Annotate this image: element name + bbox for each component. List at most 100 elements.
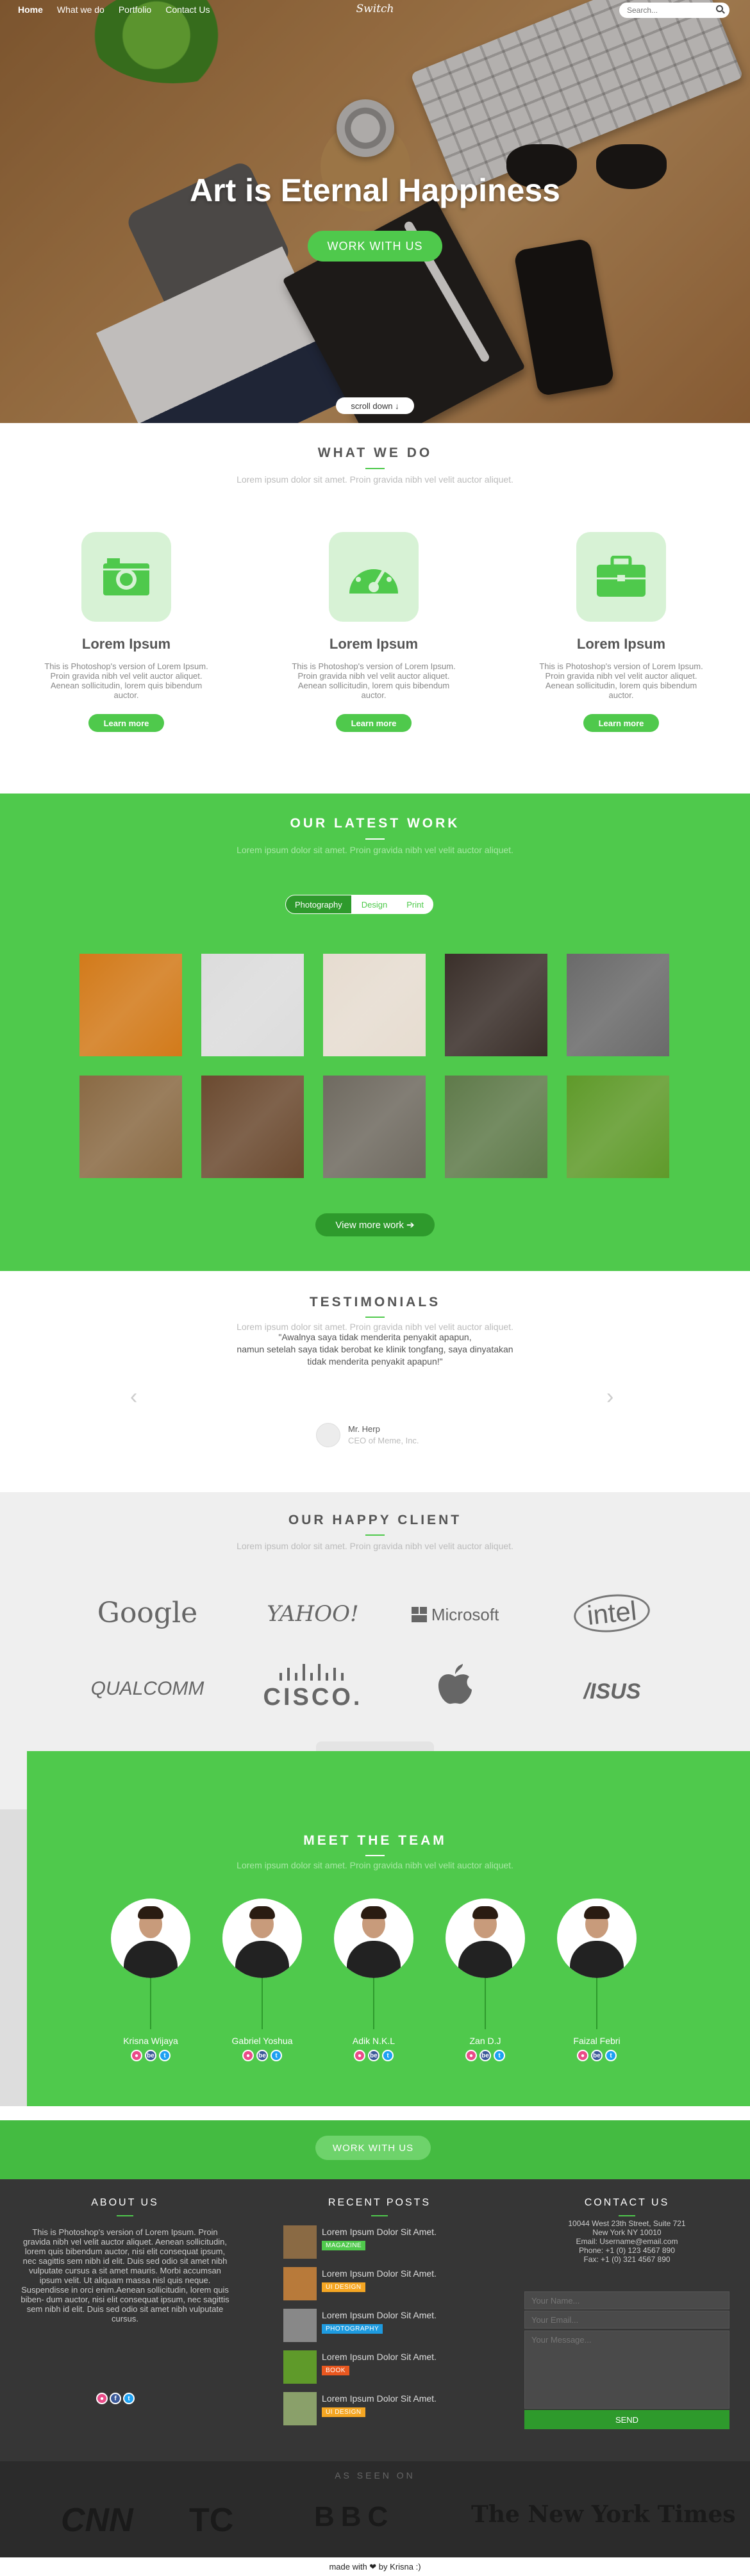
post-thumbnail[interactable] (283, 2392, 317, 2425)
about-social: ● f t (96, 2393, 135, 2404)
member-connector (373, 1978, 374, 2029)
learn-more-button[interactable]: Learn more (583, 714, 659, 732)
press-logo-bbc: BBC (314, 2501, 395, 2532)
portfolio-thumbnail[interactable] (445, 954, 547, 1056)
team-member: Adik N.K.L ● be t (332, 1899, 415, 2061)
recent-posts-title: RECENT POSTS (328, 2197, 431, 2208)
press-logo-cnn: CNN (61, 2502, 133, 2539)
portfolio-thumbnail[interactable] (201, 1076, 304, 1178)
hero-title: Art is Eternal Happiness (190, 172, 560, 208)
address-line: 10044 West 23th Street, Suite 721 (568, 2219, 686, 2228)
post-thumbnail[interactable] (283, 2350, 317, 2384)
dribbble-icon[interactable]: ● (96, 2393, 108, 2404)
learn-more-button[interactable]: Learn more (336, 714, 412, 732)
team-member: Gabriel Yoshua ● be t (221, 1899, 304, 2061)
post-title[interactable]: Lorem Ipsum Dolor Sit Amet. (322, 2227, 437, 2237)
dribbble-icon[interactable]: ● (131, 2050, 142, 2061)
twitter-icon[interactable]: t (159, 2050, 171, 2061)
portfolio-thumbnail[interactable] (323, 954, 426, 1056)
recent-post[interactable]: Lorem Ipsum Dolor Sit Amet. PHOTOGRAPHY (283, 2309, 476, 2345)
send-button[interactable]: SEND (524, 2410, 729, 2429)
behance-icon[interactable]: be (145, 2050, 156, 2061)
search-input[interactable] (619, 3, 729, 18)
portfolio-thumbnail[interactable] (201, 954, 304, 1056)
behance-icon[interactable]: be (479, 2050, 491, 2061)
view-more-work-button[interactable]: View more work ➔ (315, 1213, 435, 1236)
section-title: OUR LATEST WORK (290, 816, 460, 831)
twitter-icon[interactable]: t (271, 2050, 282, 2061)
member-social: ● be t (332, 2050, 415, 2061)
portfolio-filters: Photography Design Print (285, 895, 433, 914)
quote-line: namun setelah saya tidak berobat ke klin… (237, 1344, 513, 1354)
post-title[interactable]: Lorem Ipsum Dolor Sit Amet. (322, 2393, 437, 2404)
portfolio-thumbnail[interactable] (79, 1076, 182, 1178)
dribbble-icon[interactable]: ● (465, 2050, 477, 2061)
post-title[interactable]: Lorem Ipsum Dolor Sit Amet. (322, 2310, 437, 2320)
facebook-icon[interactable]: f (110, 2393, 121, 2404)
scroll-down-button[interactable]: scroll down ↓ (336, 397, 414, 414)
twitter-icon[interactable]: t (494, 2050, 505, 2061)
twitter-icon[interactable]: t (605, 2050, 617, 2061)
team-section: MEET THE TEAM Lorem ipsum dolor sit amet… (27, 1751, 750, 2106)
member-social: ● be t (109, 2050, 192, 2061)
portfolio-thumbnail[interactable] (323, 1076, 426, 1178)
post-thumbnail[interactable] (283, 2309, 317, 2342)
contact-email-input[interactable] (524, 2311, 729, 2329)
member-photo (222, 1899, 302, 1978)
filter-design[interactable]: Design (351, 895, 397, 914)
client-logo-google: Google (97, 1597, 198, 1629)
work-with-us-button[interactable]: WORK WITH US (315, 2136, 431, 2160)
twitter-icon[interactable]: t (382, 2050, 394, 2061)
member-social: ● be t (444, 2050, 527, 2061)
service-text: This is Photoshop's version of Lorem Ips… (44, 661, 208, 700)
client-logo-cisco: CISCO. (242, 1664, 383, 1711)
member-connector (262, 1978, 263, 2029)
post-title[interactable]: Lorem Ipsum Dolor Sit Amet. (322, 2352, 437, 2362)
recent-post[interactable]: Lorem Ipsum Dolor Sit Amet. BOOK (283, 2350, 476, 2386)
behance-icon[interactable]: be (256, 2050, 268, 2061)
portfolio-thumbnail[interactable] (567, 954, 669, 1056)
dribbble-icon[interactable]: ● (242, 2050, 254, 2061)
recent-post[interactable]: Lorem Ipsum Dolor Sit Amet. UI DESIGN (283, 2267, 476, 2303)
learn-more-button[interactable]: Learn more (88, 714, 164, 732)
testimonial-role: CEO of Meme, Inc. (348, 1436, 419, 1445)
portfolio-thumbnail[interactable] (567, 1076, 669, 1178)
prev-testimonial-arrow[interactable]: ‹ (130, 1384, 137, 1409)
member-name: Zan D.J (469, 2036, 501, 2046)
post-thumbnail[interactable] (283, 2267, 317, 2300)
member-name: Adik N.K.L (352, 2036, 396, 2046)
next-testimonial-arrow[interactable]: › (606, 1384, 613, 1409)
contact-name-input[interactable] (524, 2291, 729, 2309)
post-tag[interactable]: PHOTOGRAPHY (322, 2324, 383, 2334)
behance-icon[interactable]: be (368, 2050, 379, 2061)
post-thumbnail[interactable] (283, 2225, 317, 2259)
portfolio-thumbnail[interactable] (445, 1076, 547, 1178)
contact-message-input[interactable] (524, 2331, 729, 2409)
post-tag[interactable]: UI DESIGN (322, 2282, 365, 2292)
filter-photography[interactable]: Photography (285, 895, 352, 914)
quote-line: "Awalnya saya tidak menderita penyakit a… (278, 1332, 472, 1342)
search-icon[interactable] (716, 5, 723, 12)
post-title[interactable]: Lorem Ipsum Dolor Sit Amet. (322, 2268, 437, 2279)
post-tag[interactable]: MAGAZINE (322, 2241, 366, 2250)
section-tab-notch (316, 1741, 434, 1752)
dribbble-icon[interactable]: ● (354, 2050, 365, 2061)
recent-post[interactable]: Lorem Ipsum Dolor Sit Amet. UI DESIGN (283, 2392, 476, 2428)
post-tag[interactable]: BOOK (322, 2366, 349, 2375)
member-photo (557, 1899, 637, 1978)
twitter-icon[interactable]: t (123, 2393, 135, 2404)
cta-band: WORK WITH US (0, 2120, 750, 2179)
footer: ABOUT US This is Photoshop's version of … (0, 2179, 750, 2461)
post-tag[interactable]: UI DESIGN (322, 2407, 365, 2417)
dribbble-icon[interactable]: ● (577, 2050, 588, 2061)
top-navigation: Home What we do Portfolio Contact Us Swi… (0, 0, 750, 21)
behance-icon[interactable]: be (591, 2050, 603, 2061)
section-subtitle: Lorem ipsum dolor sit amet. Proin gravid… (237, 1322, 513, 1332)
recent-post[interactable]: Lorem Ipsum Dolor Sit Amet. MAGAZINE (283, 2225, 476, 2261)
work-with-us-button[interactable]: WORK WITH US (308, 231, 442, 262)
client-logo-asus: /ISUS (583, 1679, 641, 1704)
hero-section: Home What we do Portfolio Contact Us Swi… (0, 0, 750, 423)
portfolio-thumbnail[interactable] (79, 954, 182, 1056)
team-side-band (0, 1809, 27, 2106)
filter-print[interactable]: Print (397, 895, 433, 914)
